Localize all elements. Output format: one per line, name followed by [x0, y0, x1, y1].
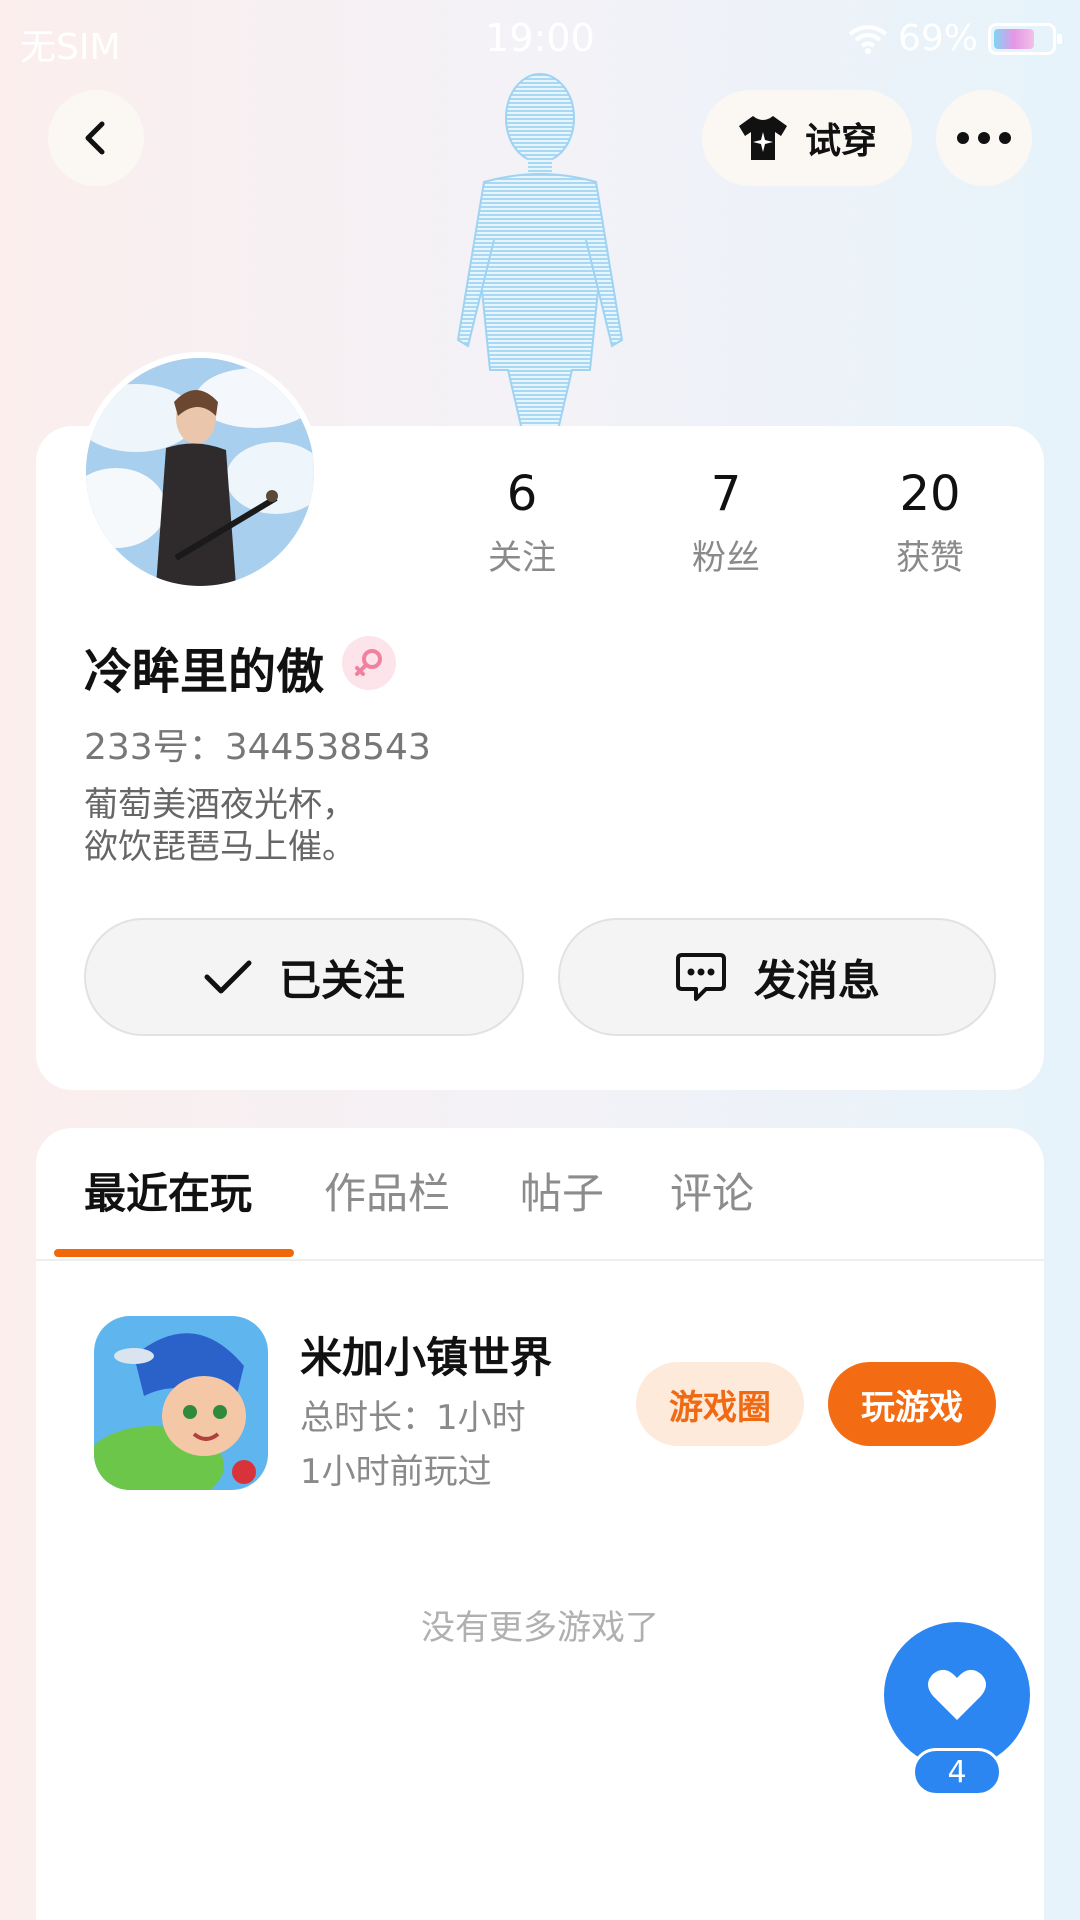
stat-following-label: 关注 [488, 538, 556, 578]
game-name[interactable]: 米加小镇世界 [300, 1324, 552, 1385]
female-icon [355, 649, 382, 676]
bio: 葡萄美酒夜光杯， 欲饮琵琶马上催。 [84, 785, 356, 867]
heart-icon [928, 1669, 986, 1720]
stat-likes-label: 获赞 [896, 538, 964, 578]
game-icon-image [94, 1316, 268, 1490]
game-duration: 总时长：1小时 [300, 1398, 526, 1438]
back-arrow-icon [85, 121, 105, 155]
gender-badge [342, 636, 396, 690]
tryon-button[interactable]: 试穿 [702, 90, 912, 186]
like-count-badge: 4 [912, 1748, 1002, 1796]
avatar-image [86, 358, 314, 586]
back-button[interactable] [48, 90, 144, 186]
game-last-played: 1小时前玩过 [300, 1452, 492, 1492]
tab-recently-playing[interactable]: 最近在玩 [84, 1160, 252, 1221]
battery-percent: 69% [897, 18, 978, 59]
tryon-label: 试穿 [804, 121, 877, 162]
stat-followers-value: 7 [710, 466, 742, 522]
status-bar: 无SIM 19:00 69% [0, 0, 1080, 76]
play-game-button[interactable]: 玩游戏 [828, 1362, 996, 1446]
stat-likes[interactable]: 20 获赞 [850, 466, 1010, 579]
stat-followers-label: 粉丝 [692, 538, 760, 578]
game-circle-button[interactable]: 游戏圈 [636, 1362, 804, 1446]
tab-bar: 最近在玩 作品栏 帖子 评论 [0, 1160, 1080, 1260]
active-tab-indicator [54, 1249, 294, 1257]
tab-works[interactable]: 作品栏 [324, 1160, 450, 1221]
tshirt-icon [738, 116, 787, 160]
follow-button[interactable]: 已关注 [84, 918, 524, 1036]
hologram-figure-illustration [456, 73, 624, 430]
battery-icon [988, 22, 1062, 55]
game-icon[interactable] [94, 1316, 268, 1490]
chat-icon [675, 953, 726, 1001]
stat-likes-value: 20 [899, 466, 961, 522]
follow-label: 已关注 [278, 955, 405, 1005]
check-icon [204, 960, 252, 994]
message-label: 发消息 [753, 955, 880, 1005]
status-right: 69% [848, 18, 1062, 59]
more-icon [957, 132, 1011, 144]
stat-followers[interactable]: 7 粉丝 [646, 466, 806, 579]
message-button[interactable]: 发消息 [558, 918, 996, 1036]
user-id[interactable]: 233号：344538543 [84, 718, 431, 770]
tab-divider [36, 1259, 1044, 1261]
more-button[interactable] [936, 90, 1032, 186]
tab-posts[interactable]: 帖子 [520, 1160, 604, 1221]
tab-comments[interactable]: 评论 [670, 1160, 754, 1221]
nickname: 冷眸里的傲 [84, 644, 325, 700]
avatar[interactable] [80, 352, 320, 592]
stat-following-value: 6 [506, 466, 538, 522]
like-button[interactable] [884, 1622, 1030, 1768]
stat-following[interactable]: 6 关注 [442, 466, 602, 579]
wifi-icon [848, 24, 888, 54]
